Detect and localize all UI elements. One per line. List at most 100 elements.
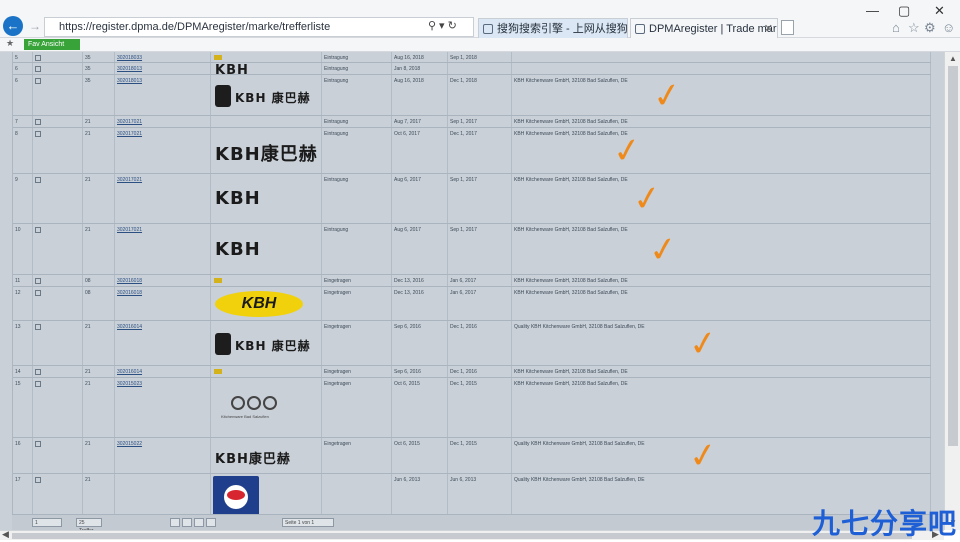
results-table: 5 35 302018033 Eintragung Aug 16, 2018 Sep 1,…	[12, 52, 931, 522]
row-number: 16	[13, 438, 33, 473]
register-number-link[interactable]: 302018013	[115, 75, 211, 115]
pager: 1 25 Treffer Seite 1 von 1	[12, 514, 930, 530]
back-button[interactable]: ←	[3, 16, 23, 36]
row-number: 11	[13, 275, 33, 286]
table-row[interactable]: 13 21 302016014 KBH 康巴赫 Eingetragen Sep 6, 20…	[13, 321, 931, 366]
class-number: 21	[83, 128, 115, 173]
row-checkbox[interactable]	[35, 278, 41, 284]
minimize-button[interactable]: —	[866, 3, 879, 18]
table-row[interactable]: 9 21 302017021 KBH Eintragung Aug 6, 2017 Sep …	[13, 174, 931, 224]
row-checkbox[interactable]	[35, 290, 41, 296]
per-page-select[interactable]: 25 Treffer	[76, 518, 102, 530]
table-row[interactable]: 16 21 302015022 KBH康巴赫 Eingetragen Oct 6, 201…	[13, 434, 931, 478]
row-checkbox-cell	[33, 52, 83, 62]
vertical-scrollbar[interactable]: ▲ ▼	[944, 52, 960, 530]
trademark-image-cell: KBH	[211, 287, 322, 320]
scroll-left-icon[interactable]: ◀	[2, 529, 9, 540]
gear-icon[interactable]: ⚙	[924, 20, 936, 36]
register-number-link[interactable]: 302016014	[115, 366, 211, 377]
row-checkbox[interactable]	[35, 227, 41, 233]
class-number: 35	[83, 52, 115, 62]
close-window-button[interactable]: ✕	[934, 3, 945, 19]
prev-page-button[interactable]	[182, 518, 192, 527]
smiley-icon[interactable]: ☺	[942, 20, 955, 35]
scroll-up-icon[interactable]: ▲	[949, 54, 957, 63]
register-number-link[interactable]: 302015022	[115, 438, 211, 473]
row-checkbox[interactable]	[35, 66, 41, 72]
row-checkbox[interactable]	[35, 441, 41, 447]
register-number-link[interactable]: 302017021	[115, 224, 211, 274]
scroll-thumb[interactable]	[948, 66, 958, 446]
table-row[interactable]: 8 21 302017021 KBH康巴赫 Eintragung Oct 6, 2017 D…	[13, 128, 931, 174]
tab-sogou[interactable]: 搜狗搜索引擎 - 上网从搜狗开始	[478, 18, 628, 38]
owner-description: KBH Kitchenware GmbH, 32108 Bad Salzufle…	[512, 287, 931, 320]
horizontal-scrollbar[interactable]: ◀ ▶	[0, 529, 944, 540]
class-number: 21	[83, 321, 115, 365]
owner-description: Quality KBH Kitchenware GmbH, 32108 Bad …	[512, 438, 931, 473]
register-number-link[interactable]: 302018013	[115, 63, 211, 74]
row-checkbox[interactable]	[35, 324, 41, 330]
table-row[interactable]: 10 21 302017021 KBH Eintragung Aug 6, 2017 Sep…	[13, 224, 931, 275]
register-number-link[interactable]: 302017021	[115, 174, 211, 223]
table-row[interactable]: 11 08 302016018 Eingetragen Dec 13, 2016 Jan …	[13, 275, 931, 287]
new-tab-button[interactable]	[781, 20, 794, 35]
registration-date: Sep 1, 2017	[448, 116, 512, 127]
class-number: 21	[83, 224, 115, 274]
star-icon[interactable]: ☆	[908, 20, 920, 36]
register-number-link[interactable]: 302016018	[115, 275, 211, 286]
home-icon[interactable]: ⌂	[892, 20, 900, 35]
favorites-star-icon[interactable]: ★	[6, 38, 14, 49]
maximize-button[interactable]: ▢	[898, 3, 910, 19]
row-checkbox-cell	[33, 366, 83, 377]
favorite-link[interactable]: Fav Ansicht	[24, 39, 80, 50]
owner-description: KBH Kitchenware GmbH, 32108 Bad Salzufle…	[512, 378, 931, 437]
table-row[interactable]: 6 35 302018013 KBH Eintragung Jan 8, 2018	[13, 63, 931, 75]
registration-date: Dec 1, 2016	[448, 321, 512, 365]
table-row[interactable]: 14 21 302016014 Eingetragen Sep 6, 2016 Dec 1…	[13, 366, 931, 378]
row-checkbox[interactable]	[35, 381, 41, 387]
register-number-link[interactable]: 302016018	[115, 287, 211, 320]
row-number: 14	[13, 366, 33, 377]
first-page-button[interactable]	[170, 518, 180, 527]
forward-button[interactable]: →	[27, 18, 43, 34]
register-number-link[interactable]: 302018033	[115, 52, 211, 62]
row-checkbox[interactable]	[35, 131, 41, 137]
address-bar[interactable]: https://register.dpma.de/DPMAregister/ma…	[44, 17, 474, 37]
row-checkbox[interactable]	[35, 55, 41, 61]
table-row[interactable]: 12 08 302016018 KBH Eingetragen Dec 13, 2016 J…	[13, 287, 931, 321]
trademark-logo-tile-icon	[215, 332, 231, 355]
page-number-field[interactable]: 1	[32, 518, 62, 527]
table-row[interactable]: 15 21 302015023 Kitchenware Bad Salzuflen Ei…	[13, 378, 931, 438]
checkmark-annotation-icon: ✓	[630, 177, 665, 221]
tab-dpma[interactable]: DPMAregister | Trade mar... ✕	[630, 18, 778, 38]
hscroll-thumb[interactable]	[12, 533, 912, 539]
registration-date: Dec 1, 2015	[448, 438, 512, 473]
address-actions[interactable]: ⚲▾↻	[428, 19, 460, 32]
circle-mark	[231, 396, 245, 410]
register-number-link[interactable]: 302015023	[115, 378, 211, 437]
row-number: 5	[13, 52, 33, 62]
registration-date: Dec 1, 2016	[448, 366, 512, 377]
status-cell: Eingetragen	[322, 321, 392, 365]
trademark-image-cell: Kitchenware Bad Salzuflen	[211, 378, 322, 437]
trademark-image-cell	[211, 275, 322, 286]
row-checkbox[interactable]	[35, 177, 41, 183]
owner-description: KBH Kitchenware GmbH, 32108 Bad Salzufle…	[512, 275, 931, 286]
register-number-link[interactable]: 302017021	[115, 116, 211, 127]
row-checkbox[interactable]	[35, 78, 41, 84]
last-page-button[interactable]	[206, 518, 216, 527]
register-number-link[interactable]: 302017021	[115, 128, 211, 173]
row-checkbox-cell	[33, 63, 83, 74]
row-checkbox[interactable]	[35, 119, 41, 125]
close-icon[interactable]: ✕	[764, 19, 773, 38]
checkmark-annotation-icon: ✓	[686, 434, 721, 478]
row-checkbox[interactable]	[35, 369, 41, 375]
status-cell: Eingetragen	[322, 438, 392, 473]
table-row[interactable]: 5 35 302018033 Eintragung Aug 16, 2018 Sep 1,…	[13, 52, 931, 63]
row-checkbox[interactable]	[35, 477, 41, 483]
register-number-link[interactable]: 302016014	[115, 321, 211, 365]
row-checkbox-cell	[33, 287, 83, 320]
next-page-button[interactable]	[194, 518, 204, 527]
table-row[interactable]: 7 21 302017021 Eintragung Aug 7, 2017 Sep 1, …	[13, 116, 931, 128]
table-row[interactable]: 6 35 302018013 KBH 康巴赫 Eintragung Aug 16, 201…	[13, 74, 931, 117]
